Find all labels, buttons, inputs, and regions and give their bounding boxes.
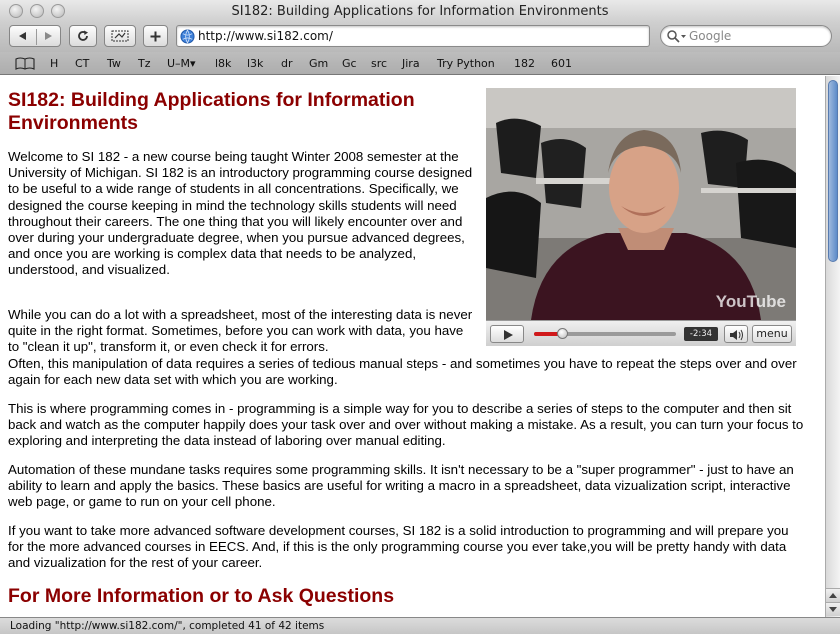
- video-controls: -2:34 menu: [486, 320, 796, 346]
- add-bookmark-button[interactable]: [143, 25, 168, 47]
- address-bar[interactable]: http://www.si182.com/: [176, 25, 650, 47]
- scroll-up-arrow[interactable]: [826, 588, 840, 602]
- url-text: http://www.si182.com/: [198, 29, 333, 43]
- search-field[interactable]: [660, 25, 832, 47]
- bookmark-item[interactable]: Gc: [342, 57, 357, 70]
- advanced-courses-paragraph: If you want to take more advanced softwa…: [8, 523, 789, 571]
- youtube-logo: YouTube: [715, 292, 786, 311]
- progress-scrubber[interactable]: [557, 328, 569, 339]
- bookmarks-bar: H CT Tw Tz U–M▾ l8k l3k dr Gm Gc src Jir…: [0, 52, 840, 75]
- volume-button[interactable]: [724, 325, 748, 343]
- time-remaining: -2:34: [684, 327, 718, 341]
- bookmark-item[interactable]: src: [371, 57, 387, 70]
- play-icon: [504, 330, 513, 340]
- back-arrow-icon: [18, 32, 26, 40]
- bookmark-item[interactable]: 601: [551, 57, 572, 70]
- bookmark-item[interactable]: l8k: [215, 57, 231, 70]
- video-progress-bar[interactable]: [534, 328, 676, 339]
- snippet-button[interactable]: [104, 25, 136, 47]
- scrollbar-thumb[interactable]: [828, 80, 838, 262]
- down-arrow-icon: [829, 607, 837, 612]
- bookmark-item[interactable]: Gm: [309, 57, 328, 70]
- automation-paragraph: Automation of these mundane tasks requir…: [8, 462, 794, 510]
- search-icon: [667, 30, 686, 43]
- bookmark-item[interactable]: Try Python: [437, 57, 495, 70]
- segment-divider: [36, 29, 37, 45]
- intro-paragraph: Welcome to SI 182 - a new course being t…: [8, 149, 473, 278]
- search-input[interactable]: [689, 28, 827, 44]
- bookmark-item[interactable]: 182: [514, 57, 535, 70]
- bookmark-item[interactable]: dr: [281, 57, 293, 70]
- book-icon[interactable]: [15, 57, 35, 70]
- snippet-icon: [111, 30, 129, 42]
- window-titlebar: SI182: Building Applications for Informa…: [0, 0, 840, 22]
- scroll-down-arrow[interactable]: [826, 602, 840, 616]
- section-title: For More Information or to Ask Questions: [8, 585, 395, 607]
- video-menu-button[interactable]: menu: [752, 325, 792, 343]
- bookmark-item[interactable]: l3k: [247, 57, 263, 70]
- bookmark-item[interactable]: Jira: [402, 57, 420, 70]
- forward-button[interactable]: [35, 31, 60, 41]
- embedded-video-player[interactable]: YouTube -2:34 menu: [486, 88, 796, 346]
- page-title: SI182: Building Applications for Informa…: [8, 89, 415, 134]
- forward-arrow-icon: [44, 32, 52, 40]
- back-button[interactable]: [10, 31, 35, 41]
- bookmark-item[interactable]: H: [50, 57, 58, 70]
- spreadsheet-paragraph: While you can do a lot with a spreadshee…: [8, 307, 473, 355]
- reload-icon: [78, 30, 88, 41]
- video-still-image: [486, 88, 796, 320]
- bookmark-item[interactable]: Tz: [138, 57, 151, 70]
- window-title: SI182: Building Applications for Informa…: [231, 4, 609, 19]
- globe-icon: [180, 29, 195, 44]
- browser-toolbar: http://www.si182.com/: [0, 22, 840, 52]
- play-button[interactable]: [490, 325, 524, 343]
- bookmark-item[interactable]: CT: [75, 57, 89, 70]
- vertical-scrollbar[interactable]: [825, 76, 840, 617]
- status-text: Loading "http://www.si182.com/", complet…: [10, 620, 325, 632]
- bookmark-menu-item[interactable]: U–M▾: [167, 57, 196, 70]
- plus-icon: [150, 31, 161, 41]
- status-bar: Loading "http://www.si182.com/", complet…: [0, 617, 840, 634]
- back-forward-segment: [9, 25, 61, 47]
- speaker-icon: [730, 329, 743, 341]
- up-arrow-icon: [829, 593, 837, 598]
- programming-paragraph: This is where programming comes in - pro…: [8, 401, 804, 449]
- reload-button[interactable]: [69, 25, 97, 47]
- page-content: SI182: Building Applications for Informa…: [0, 76, 825, 617]
- video-frame[interactable]: YouTube: [486, 88, 796, 320]
- bookmark-item[interactable]: Tw: [107, 57, 121, 70]
- spreadsheet-paragraph-continued: Often, this manipulation of data require…: [8, 356, 797, 388]
